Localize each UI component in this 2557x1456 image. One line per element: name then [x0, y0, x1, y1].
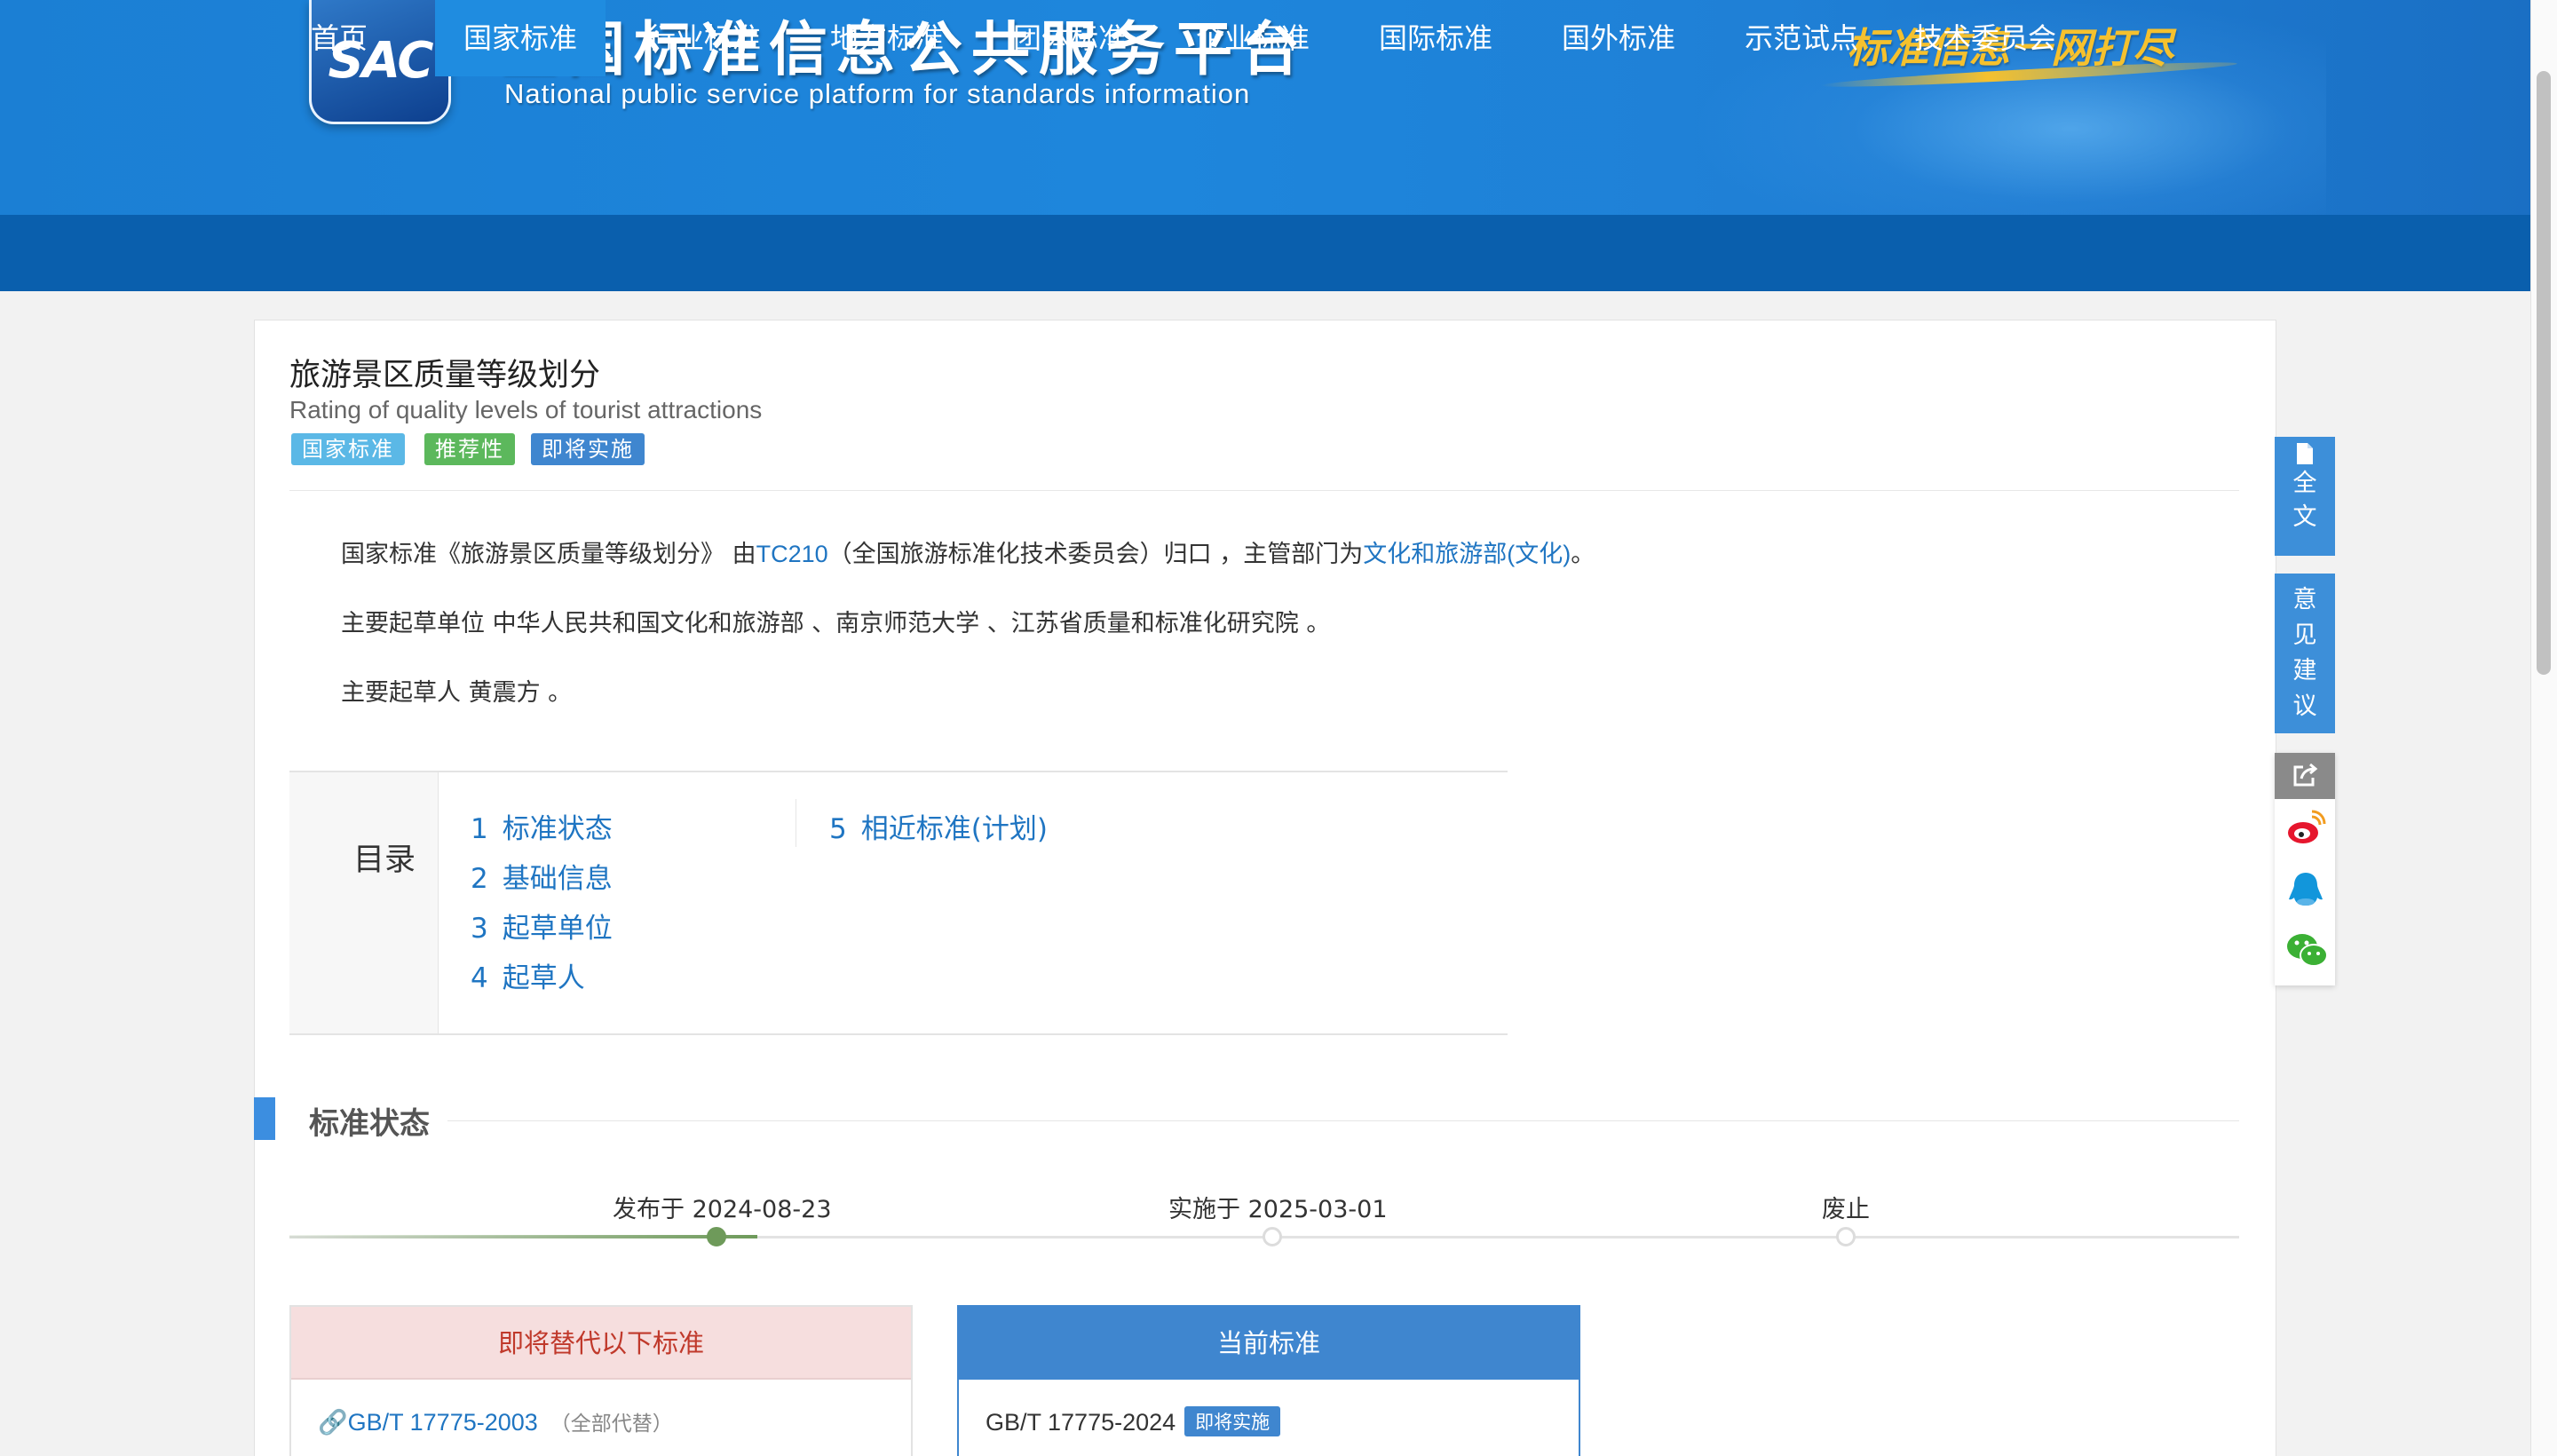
replace-box-row: 🔗GB/T 17775-2003 （全部代替）: [318, 1406, 673, 1436]
toc-num: 5: [829, 813, 847, 845]
title-divider: [289, 490, 2239, 491]
current-status-badge: 即将实施: [1184, 1406, 1281, 1436]
weibo-icon[interactable]: [2285, 808, 2326, 849]
nav-home[interactable]: 首页: [293, 0, 385, 76]
wechat-icon[interactable]: [2285, 930, 2328, 971]
link-icon: 🔗: [318, 1409, 348, 1436]
replace-standards-box: 即将替代以下标准 🔗GB/T 17775-2003 （全部代替）: [289, 1305, 913, 1456]
qq-glyph: [2289, 873, 2323, 906]
nav-national-standard[interactable]: 国家标准: [435, 0, 606, 76]
timeline-label-published: 发布于 2024-08-23: [613, 1196, 832, 1223]
intro-text: 国家标准《旅游景区质量等级划分》 由: [341, 541, 756, 568]
nav-international-standard[interactable]: 国际标准: [1360, 0, 1511, 76]
intro-text: （全国旅游标准化技术委员会）归口 ，主管部门为: [827, 541, 1364, 568]
replace-note: （全部代替）: [550, 1412, 673, 1436]
tag-upcoming: 即将实施: [531, 433, 645, 465]
standard-title: 旅游景区质量等级划分: [289, 358, 601, 393]
timeline-progress: [289, 1235, 757, 1238]
timeline-label-abolished: 废止: [1822, 1196, 1870, 1223]
nav-industry-standard[interactable]: 行业标准: [629, 0, 780, 76]
fulltext-button[interactable]: 全文: [2275, 437, 2335, 556]
section-marker: [254, 1097, 275, 1140]
toc-item-drafting-units[interactable]: 3 起草单位: [471, 906, 613, 946]
toc-label-box: [289, 772, 439, 1033]
current-box-row: GB/T 17775-2024 即将实施: [986, 1406, 1281, 1436]
replace-box-title: 即将替代以下标准: [291, 1307, 911, 1380]
toc-num: 3: [471, 913, 488, 945]
toc-item-status[interactable]: 1 标准状态: [471, 806, 613, 846]
qq-icon[interactable]: [2285, 870, 2326, 911]
nav-group-standard[interactable]: 团体标准: [994, 0, 1145, 76]
toc-item-similar-standards[interactable]: 5 相近标准(计划): [829, 806, 1048, 846]
tag-recommended: 推荐性: [424, 433, 515, 465]
toc-label: 目录: [353, 843, 416, 878]
intro-paragraph-1: 国家标准《旅游景区质量等级划分》 由TC210（全国旅游标准化技术委员会）归口 …: [341, 534, 1595, 569]
timeline-dot-implemented: [1263, 1227, 1282, 1246]
standard-title-en: Rating of quality levels of tourist attr…: [289, 396, 763, 423]
section-title-status: 标准状态: [309, 1106, 430, 1142]
tag-national-standard: 国家标准: [291, 433, 405, 465]
current-standard-code: GB/T 17775-2024: [986, 1409, 1176, 1436]
intro-text: 。: [1571, 541, 1595, 568]
replaced-standard-link[interactable]: 🔗GB/T 17775-2003: [318, 1409, 538, 1436]
section-divider: [447, 1120, 2239, 1121]
toc-item-basic-info[interactable]: 2 基础信息: [471, 856, 613, 896]
tc210-link[interactable]: TC210: [756, 541, 828, 567]
current-standard-box: 当前标准 GB/T 17775-2024 即将实施: [957, 1305, 1580, 1456]
timeline-dot-published: [707, 1227, 726, 1246]
share-icon[interactable]: [2275, 753, 2335, 799]
toc-text: 相近标准(计划): [860, 813, 1048, 845]
nav-local-standard[interactable]: 地方标准: [811, 0, 962, 76]
toc-num: 4: [471, 962, 488, 994]
nav-demo-pilot[interactable]: 示范试点: [1726, 0, 1877, 76]
toc-num: 2: [471, 863, 488, 895]
nav-foreign-standard[interactable]: 国外标准: [1543, 0, 1694, 76]
weibo-glyph: [2288, 810, 2326, 843]
feedback-button[interactable]: 意见建议: [2275, 574, 2335, 733]
nav-enterprise-standard[interactable]: 企业标准: [1177, 0, 1328, 76]
document-icon: [2297, 443, 2313, 464]
fulltext-label: 全文: [2292, 470, 2317, 531]
timeline-label-implemented: 实施于 2025-03-01: [1168, 1196, 1388, 1223]
toc-text: 标准状态: [502, 813, 613, 845]
toc-item-drafters[interactable]: 4 起草人: [471, 955, 585, 995]
toc-num: 1: [471, 813, 488, 845]
replaced-standard-code: GB/T 17775-2003: [347, 1409, 538, 1436]
share-arrow-icon: [2293, 763, 2318, 787]
department-link[interactable]: 文化和旅游部(文化): [1363, 541, 1571, 567]
intro-paragraph-2: 主要起草单位 中华人民共和国文化和旅游部 、南京师范大学 、江苏省质量和标准化研…: [341, 610, 1331, 637]
intro-paragraph-3: 主要起草人 黄震方 。: [341, 679, 573, 707]
toc-text: 基础信息: [502, 863, 613, 895]
toc-text: 起草单位: [502, 913, 613, 945]
feedback-label: 意见建议: [2292, 586, 2317, 720]
nav-tech-committee[interactable]: 技术委员会: [1905, 0, 2065, 76]
toc-text: 起草人: [502, 962, 585, 994]
main-navbar: [0, 215, 2530, 291]
site-subtitle: National public service platform for sta…: [504, 78, 1251, 109]
page-scrollbar-thumb[interactable]: [2537, 71, 2551, 675]
wechat-glyph: [2287, 934, 2328, 967]
current-box-title: 当前标准: [959, 1307, 1579, 1380]
timeline-dot-abolished: [1836, 1227, 1856, 1246]
